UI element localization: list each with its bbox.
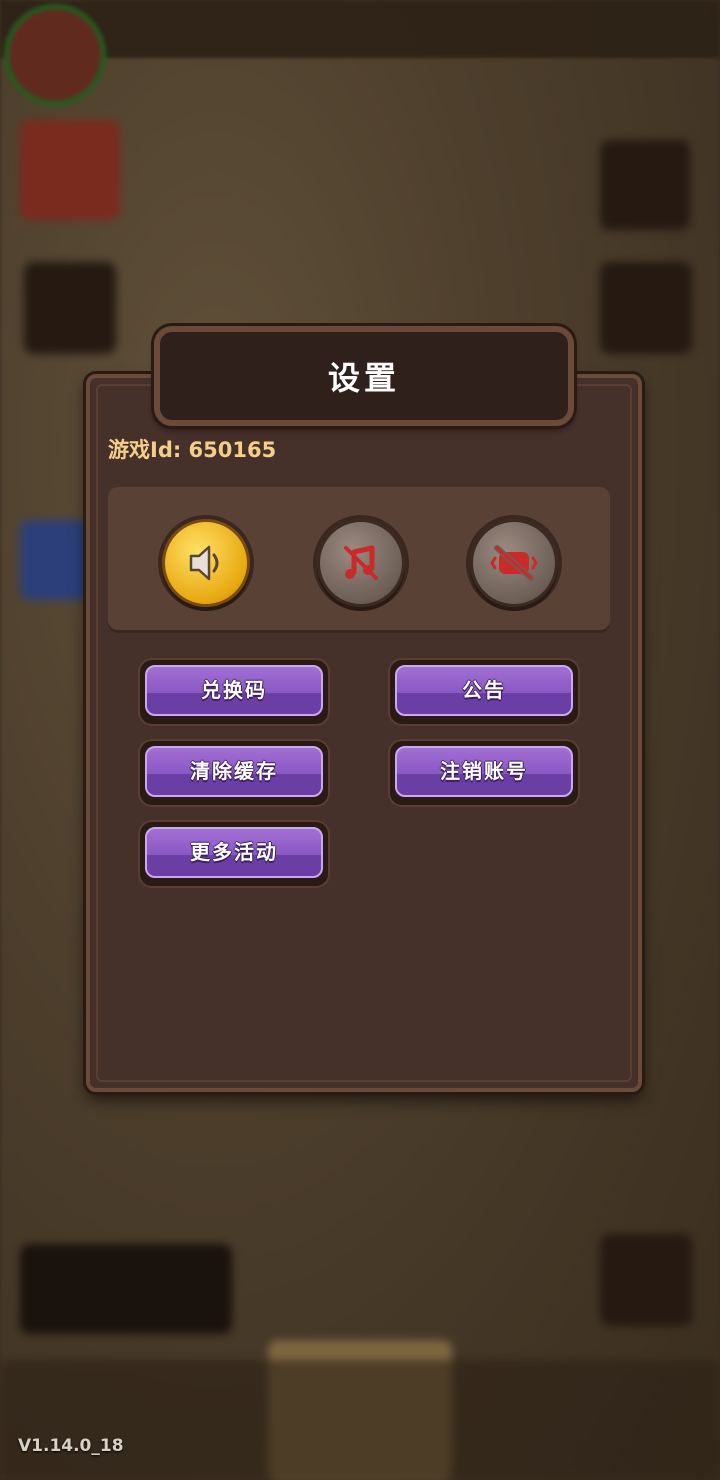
sound-toggle-button[interactable] [162,519,250,607]
game-id-label: 游戏Id: 650165 [108,438,277,462]
announcement-label: 公告 [462,678,506,702]
delete-account-button[interactable]: 注销账号 [390,741,578,805]
more-events-label: 更多活动 [190,840,278,864]
music-toggle-button[interactable] [317,519,405,607]
clear-cache-button[interactable]: 清除缓存 [140,741,328,805]
dialog-title-plate: 设置 [154,326,574,426]
vibration-muted-icon [490,545,538,581]
more-events-button[interactable]: 更多活动 [140,822,328,886]
version-label: V1.14.0_18 [18,1436,124,1456]
delete-account-label: 注销账号 [440,759,528,783]
settings-dialog [86,374,642,1092]
clear-cache-label: 清除缓存 [190,759,278,783]
announcement-button[interactable]: 公告 [390,660,578,724]
audio-toggle-panel [108,487,610,633]
dialog-title: 设置 [327,359,400,397]
redeem-code-label: 兑换码 [201,678,267,702]
music-note-muted-icon [344,545,378,580]
vibration-toggle-button[interactable] [470,519,558,607]
speaker-icon [189,545,219,581]
redeem-code-button[interactable]: 兑换码 [140,660,328,724]
